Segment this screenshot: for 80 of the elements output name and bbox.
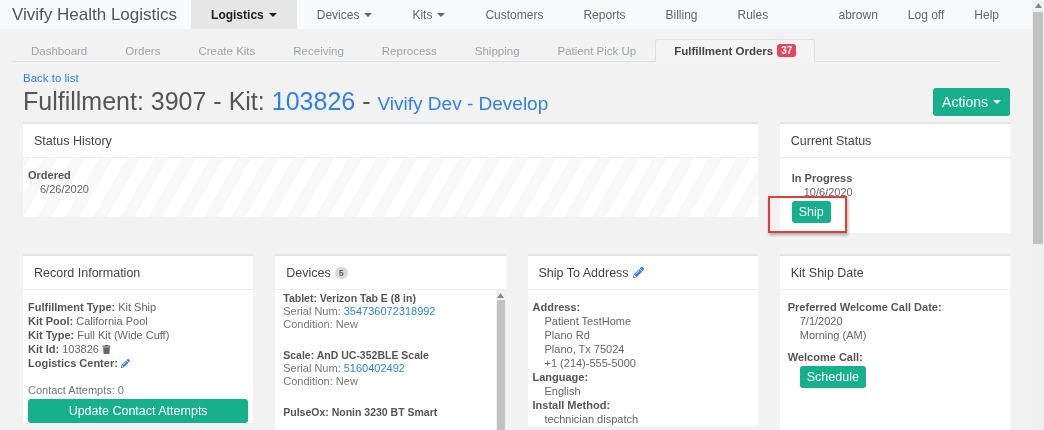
field-label: Install Method: — [532, 398, 612, 412]
status-date: 10/6/2020 — [802, 185, 854, 199]
pencil-icon[interactable] — [632, 267, 644, 278]
device-name: Tablet: Verizon Tab E (8 in) — [283, 292, 417, 305]
field-value: Full Kit (Wide Cuff) — [77, 328, 170, 342]
status-name: Ordered — [28, 168, 72, 182]
nav-link[interactable]: Log off — [892, 0, 960, 30]
scrollbar[interactable] — [495, 290, 506, 430]
back-link[interactable]: Back to list — [23, 72, 79, 84]
field-value: +1 (214)-555-5000 — [543, 356, 637, 370]
ship-button[interactable]: Ship — [791, 201, 831, 223]
title-separator: - — [362, 86, 371, 116]
tab[interactable]: Patient Pick Up — [538, 39, 656, 62]
serial-label: Serial Num: — [283, 362, 341, 375]
tab[interactable]: Orders — [106, 39, 180, 62]
customer-link[interactable]: Vivify Dev - Develop — [377, 92, 549, 115]
tab[interactable]: Shipping — [455, 39, 539, 62]
brand-name[interactable]: Vivify Health Logistics — [12, 4, 178, 25]
tab[interactable]: Reprocess — [362, 39, 456, 62]
card-title: Kit Ship Date — [790, 265, 864, 280]
nav-item[interactable]: Rules — [717, 0, 789, 30]
nav-item[interactable]: Billing — [645, 0, 718, 30]
tab[interactable]: Dashboard — [12, 39, 107, 62]
card-title: Record Information — [34, 265, 141, 280]
schedule-button[interactable]: Schedule — [799, 366, 866, 388]
field-label: Logistics Center: — [28, 356, 118, 370]
field-value: 7/1/2020 — [798, 314, 844, 328]
device-name: Scale: AnD UC-352BLE Scale — [283, 349, 430, 362]
device-condition: Condition: New — [283, 375, 358, 388]
field-value: Plano, Tx 75024 — [543, 342, 626, 356]
field-label: Kit Pool: — [28, 314, 74, 328]
nav-item[interactable]: Kits — [392, 0, 466, 30]
field-label: Kit Id: — [28, 342, 60, 356]
nav-link[interactable]: abrown — [823, 0, 893, 30]
page-title: Fulfillment: 3907 - Kit: — [23, 86, 265, 116]
count-badge: 5 — [334, 266, 348, 279]
field-value: Morning (AM) — [798, 328, 868, 342]
card-title: Current Status — [790, 133, 872, 148]
field-value: California Pool — [76, 314, 148, 328]
device-condition: Condition: New — [283, 318, 358, 331]
field-label: Welcome Call: — [787, 350, 864, 364]
device-name: PulseOx: Nonin 3230 BT Smart — [283, 406, 439, 419]
status-name: In Progress — [791, 171, 854, 185]
nav-item[interactable]: Devices — [296, 0, 393, 30]
update-contact-attempts-button[interactable]: Update Contact Attempts — [28, 399, 249, 423]
serial-label: Serial Num: — [283, 305, 341, 318]
card-title: Status History — [34, 133, 112, 148]
field-label: Language: — [532, 370, 590, 384]
count-badge: 37 — [777, 44, 797, 57]
nav-item[interactable]: Customers — [465, 0, 564, 30]
serial-link[interactable]: 354736072318992 — [343, 305, 436, 318]
tab[interactable]: Receiving — [274, 39, 363, 62]
field-value: technician dispatch — [543, 412, 640, 426]
tab[interactable]: Create Kits — [179, 39, 275, 62]
field-value: Plano Rd — [543, 328, 591, 342]
kit-link[interactable]: 103826 — [271, 86, 356, 116]
status-date: 6/26/2020 — [39, 182, 90, 196]
scroll-up-icon[interactable] — [1034, 3, 1042, 8]
scroll-thumb[interactable] — [1033, 12, 1043, 244]
nav-item[interactable]: Reports — [563, 0, 646, 30]
pencil-icon[interactable] — [120, 358, 130, 368]
field-value: Patient TestHome — [543, 314, 633, 328]
card-title: Ship To Address — [538, 265, 629, 280]
serial-link[interactable]: 5160402492 — [343, 362, 405, 375]
field-label: Address: — [532, 300, 582, 314]
field-label: Fulfillment Type: — [28, 300, 116, 314]
field-label: Kit Type: — [28, 328, 75, 342]
tab[interactable]: Fulfillment Orders 37 — [655, 39, 816, 62]
field-value: 103826 — [62, 342, 99, 356]
scroll-up-icon[interactable] — [497, 293, 504, 298]
nav-link[interactable]: Help — [959, 0, 1014, 30]
field-value: Kit Ship — [118, 300, 157, 314]
contact-attempts: Contact Attempts: 0 — [28, 384, 125, 396]
trash-icon[interactable] — [101, 344, 111, 354]
nav-item[interactable]: Logistics — [191, 0, 297, 30]
field-label: Preferred Welcome Call Date: — [787, 300, 943, 314]
field-value: English — [543, 384, 582, 398]
card-title: Devices — [286, 265, 331, 280]
scroll-thumb[interactable] — [496, 300, 505, 430]
actions-button[interactable]: Actions — [933, 88, 1010, 116]
